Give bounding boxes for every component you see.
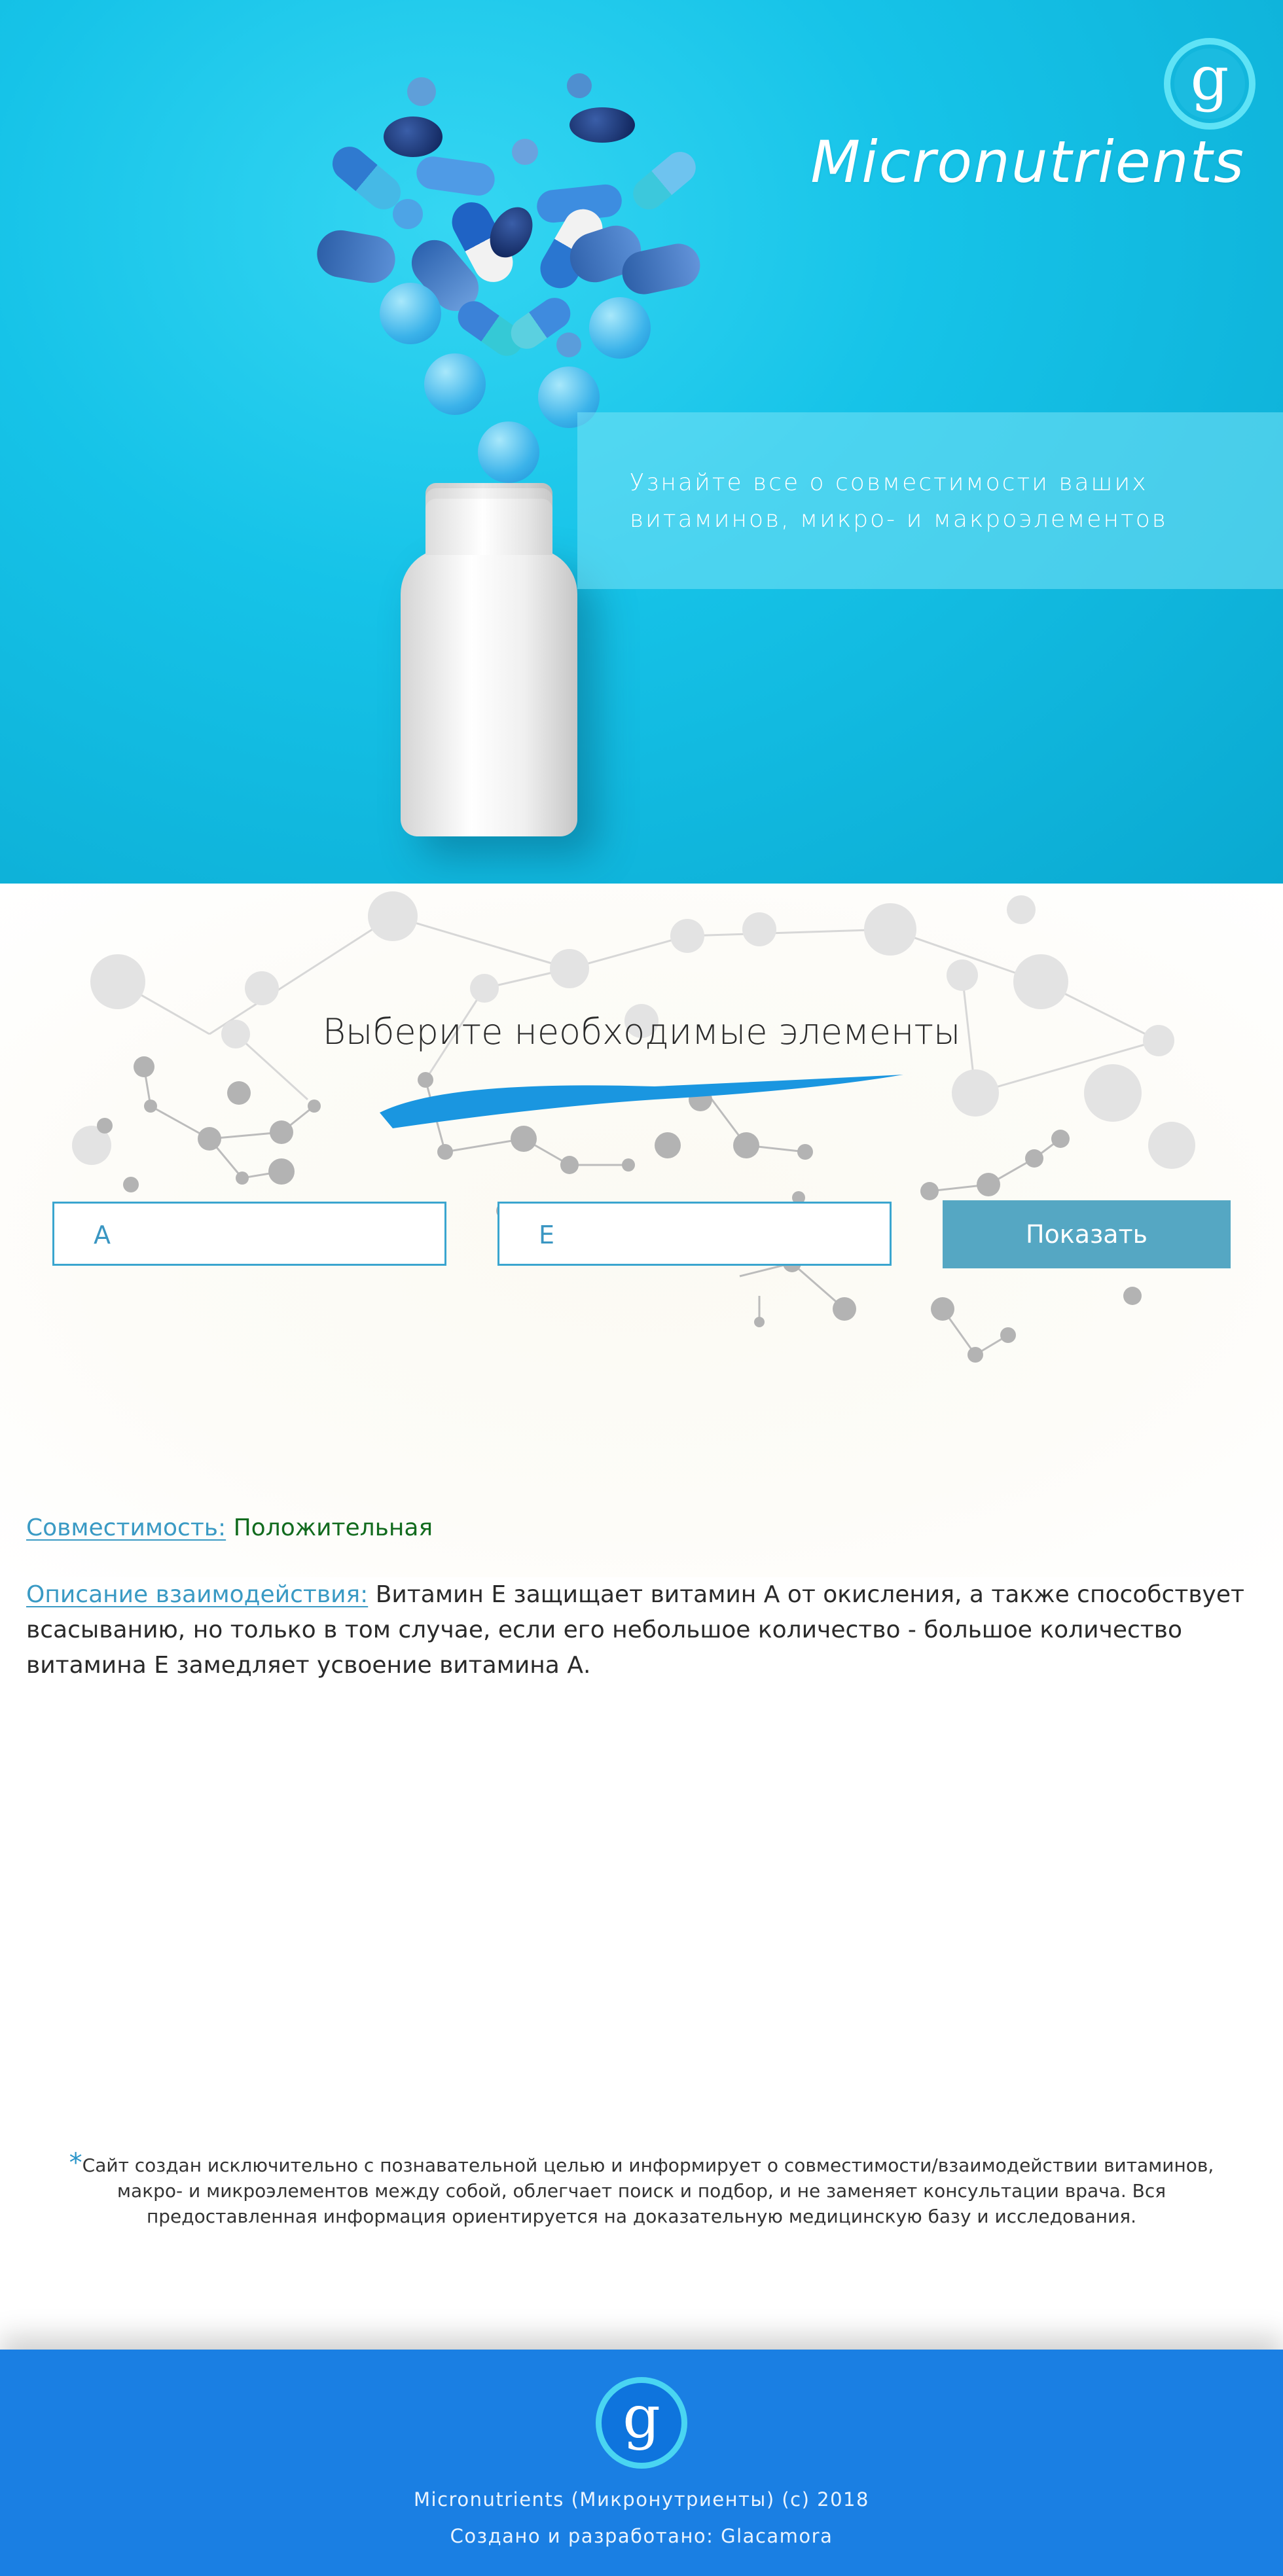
compatibility-label: Совместимость: [26,1514,226,1541]
disclaimer-text: Сайт создан исключительно с познавательн… [82,2155,1214,2227]
element-b-select[interactable]: E [497,1202,892,1266]
brush-stroke-decoration [380,1075,903,1128]
footer-logo-letter: g [623,2383,660,2452]
asterisk-mark: * [69,2148,82,2178]
brand-title: Micronutrients [810,128,1245,196]
element-a-select[interactable]: A [52,1202,446,1266]
site-logo[interactable]: g [1164,38,1256,130]
show-button[interactable]: Показать [943,1200,1231,1268]
copyright-text: Micronutrients (Микронутриенты) (c) 2018 [414,2488,869,2511]
site-footer: g Micronutrients (Микронутриенты) (c) 20… [0,2350,1283,2576]
disclaimer-note: *Сайт создан исключительно с познаватель… [65,2148,1218,2229]
footer-logo[interactable]: g [596,2377,687,2469]
credits-text: Создано и разработано: Glacamora [450,2525,833,2547]
tagline-panel: Узнайте все о совместимости ваших витами… [577,412,1283,589]
pill-bottle-image [401,483,577,836]
tagline-text: Узнайте все о совместимости ваших витами… [630,469,1168,533]
description-label: Описание взаимодействия: [26,1581,369,1608]
compatibility-value: Положительная [233,1514,433,1541]
hero-banner: g Micronutrients Узнайте все о совместим… [0,0,1283,884]
element-selector-section: Выберите необходимые элементы A E Показа… [0,884,1283,1577]
interaction-description: Описание взаимодействия: Витамин Е защищ… [26,1577,1257,1683]
logo-letter: g [1190,43,1229,113]
compatibility-result: Совместимость: Положительная [26,1514,433,1541]
section-title: Выберите необходимые элементы [322,1011,961,1052]
